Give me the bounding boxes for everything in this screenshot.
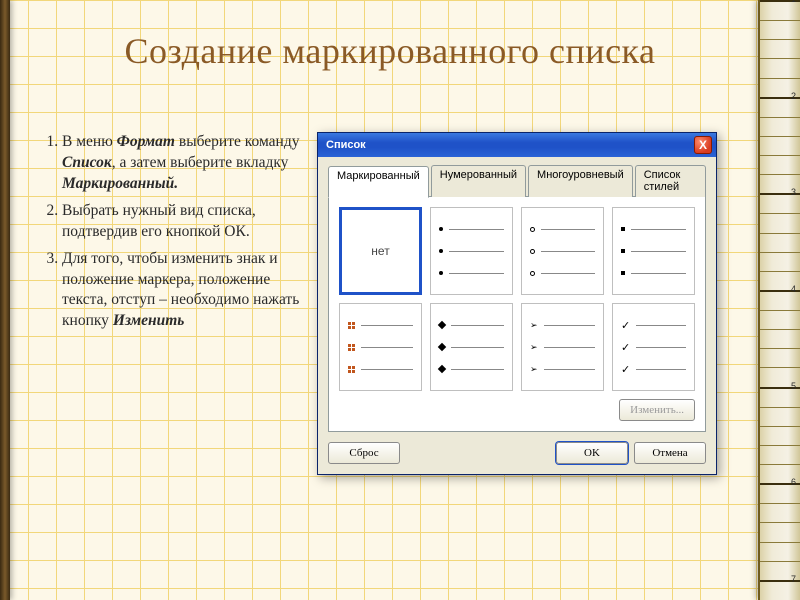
bullet-style-square[interactable] [612,207,695,295]
close-icon[interactable]: X [694,136,712,154]
bullet-style-circle[interactable] [521,207,604,295]
cancel-button[interactable]: Отмена [634,442,706,464]
step-2: Выбрать нужный вид списка, подтвердив ег… [62,201,305,243]
bullet-style-diamond[interactable] [430,303,513,391]
bullet-panel: нет [328,196,706,432]
ok-button[interactable]: OK [556,442,628,464]
tab-list-styles[interactable]: Список стилей [635,165,706,197]
list-dialog-window: Список X Маркированный Нумерованный Мног… [317,132,717,475]
dialog-title: Список [326,139,366,151]
bullet-style-disc[interactable] [430,207,513,295]
bullet-style-arrow[interactable]: ➢ ➢ ➢ [521,303,604,391]
tab-outline[interactable]: Многоуровневый [528,165,633,197]
tab-numbered[interactable]: Нумерованный [431,165,526,197]
reset-button[interactable]: Сброс [328,442,400,464]
bullet-style-four-squares[interactable] [339,303,422,391]
bullet-style-check[interactable]: ✓ ✓ ✓ [612,303,695,391]
dialog-titlebar[interactable]: Список X [318,133,716,157]
slide-title: Создание маркированного списка [40,30,740,72]
modify-button[interactable]: Изменить... [619,399,695,421]
step-3: Для того, чтобы изменить знак и положени… [62,249,305,333]
bullet-style-none[interactable]: нет [339,207,422,295]
dialog-tabs: Маркированный Нумерованный Многоуровневы… [328,165,706,197]
instruction-list: В меню Формат выберите команду Список, а… [40,132,305,338]
step-1: В меню Формат выберите команду Список, а… [62,132,305,195]
tab-bulleted[interactable]: Маркированный [328,166,429,198]
